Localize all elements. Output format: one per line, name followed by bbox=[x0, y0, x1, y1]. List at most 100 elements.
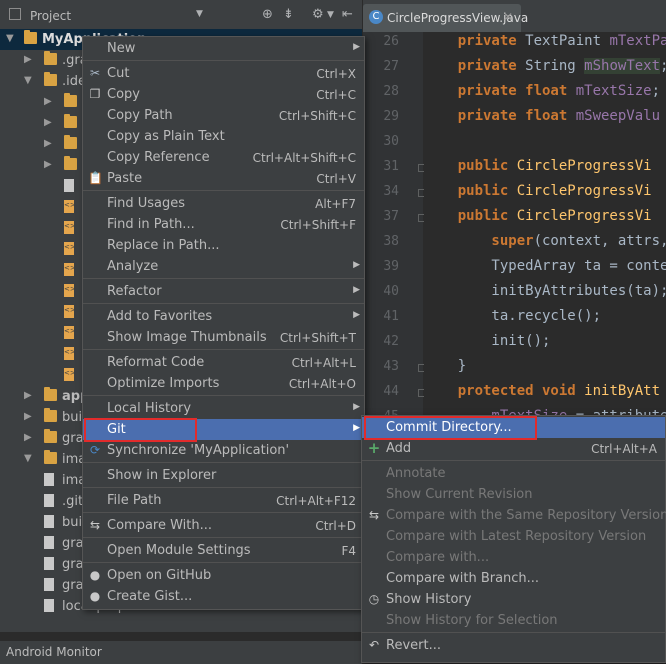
menu-item-label: Compare With... bbox=[107, 518, 213, 533]
expand-arrow-icon[interactable]: ▼ bbox=[24, 75, 32, 86]
chevron-down-icon[interactable]: ▼ bbox=[196, 9, 203, 19]
menu-item-find-usages[interactable]: Find Usages Alt+F7 bbox=[83, 193, 364, 214]
menu-item-show-history-for-selection[interactable]: Show History for Selection bbox=[362, 610, 665, 631]
menu-item-compare-with-latest-repository-version[interactable]: Compare with Latest Repository Version bbox=[362, 526, 665, 547]
hide-panel-icon[interactable]: ⇤ bbox=[342, 7, 353, 22]
menu-item-label: Copy Path bbox=[107, 108, 173, 123]
menu-item-find-in-path[interactable]: Find in Path... Ctrl+Shift+F bbox=[83, 214, 364, 235]
file-icon bbox=[44, 494, 54, 507]
folder-icon bbox=[44, 387, 57, 401]
menu-item-revert[interactable]: ↶ Revert... bbox=[362, 635, 665, 656]
code-token: TypedArray ta = contex bbox=[424, 258, 666, 274]
menu-item-shortcut: Ctrl+Alt+F12 bbox=[276, 494, 356, 508]
menu-item-label: Compare with Latest Repository Version bbox=[386, 529, 647, 544]
menu-item-open-on-github[interactable]: ● Open on GitHub bbox=[83, 565, 364, 586]
menu-item-replace-in-path[interactable]: Replace in Path... bbox=[83, 235, 364, 256]
menu-item-annotate[interactable]: Annotate bbox=[362, 463, 665, 484]
menu-item-add-to-favorites[interactable]: Add to Favorites ▶ bbox=[83, 306, 364, 327]
code-line: private TextPaint mTextPa bbox=[424, 33, 666, 49]
expand-arrow-icon[interactable]: ▶ bbox=[24, 390, 32, 401]
menu-item-compare-with[interactable]: ⇆ Compare With... Ctrl+D bbox=[83, 515, 364, 536]
git-submenu: Commit Directory... + Add Ctrl+Alt+A Annotat… bbox=[361, 415, 666, 663]
menu-item-create-gist[interactable]: ● Create Gist... bbox=[83, 586, 364, 607]
menu-item-shortcut: Ctrl+Shift+F bbox=[280, 218, 356, 232]
menu-item-open-module-settings[interactable]: Open Module Settings F4 bbox=[83, 540, 364, 561]
menu-item-shortcut: Ctrl+Shift+C bbox=[278, 109, 356, 123]
expand-arrow-icon[interactable]: ▶ bbox=[24, 411, 32, 422]
menu-item-refactor[interactable]: Refactor ▶ bbox=[83, 281, 364, 302]
menu-item-label: Open on GitHub bbox=[107, 568, 212, 583]
menu-item-label: Annotate bbox=[386, 466, 446, 481]
editor-tab[interactable]: C CircleProgressView.java ✕ bbox=[363, 4, 528, 32]
menu-item-file-path[interactable]: File Path Ctrl+Alt+F12 bbox=[83, 490, 364, 511]
submenu-arrow-icon: ▶ bbox=[353, 402, 360, 412]
expand-arrow-icon[interactable]: ▶ bbox=[44, 96, 52, 107]
menu-separator bbox=[362, 460, 665, 461]
xml-file-icon bbox=[64, 200, 76, 213]
menu-item-add[interactable]: + Add Ctrl+Alt+A bbox=[362, 438, 665, 459]
folder-icon bbox=[24, 30, 37, 44]
expand-arrow-icon[interactable]: ▶ bbox=[44, 159, 52, 170]
menu-item-label: Cut bbox=[107, 66, 130, 81]
close-icon[interactable]: ✕ bbox=[503, 10, 513, 24]
line-number: 31 bbox=[383, 159, 399, 174]
android-monitor-tab[interactable]: Android Monitor bbox=[6, 645, 102, 659]
expand-arrow-icon[interactable]: ▼ bbox=[6, 33, 14, 44]
menu-item-analyze[interactable]: Analyze ▶ bbox=[83, 256, 364, 277]
menu-item-compare-with-the-same-repository-version[interactable]: ⇆ Compare with the Same Repository Versio… bbox=[362, 505, 666, 526]
target-icon[interactable]: ⊕ bbox=[262, 7, 273, 22]
menu-item-copy-path[interactable]: Copy Path Ctrl+Shift+C bbox=[83, 105, 364, 126]
code-token: public bbox=[424, 208, 517, 224]
menu-item-cut[interactable]: ✂ Cut Ctrl+X bbox=[83, 63, 364, 84]
menu-item-local-history[interactable]: Local History ▶ bbox=[83, 398, 364, 419]
menu-item-paste[interactable]: 📋 Paste Ctrl+V bbox=[83, 168, 364, 189]
line-number: 26 bbox=[383, 34, 399, 49]
code-token: initByAtt bbox=[584, 383, 661, 399]
chevron-down-icon[interactable]: ▼ bbox=[327, 10, 334, 20]
menu-item-new[interactable]: New ▶ bbox=[83, 38, 364, 59]
line-number: 41 bbox=[383, 309, 399, 324]
menu-item-show-history[interactable]: ◷ Show History bbox=[362, 589, 665, 610]
menu-item-copy-as-plain-text[interactable]: Copy as Plain Text bbox=[83, 126, 364, 147]
folder-icon bbox=[44, 51, 57, 65]
line-number: 37 bbox=[383, 209, 399, 224]
context-menu: New ▶ ✂ Cut Ctrl+X ❐ Copy Ctrl+C Copy Path Ctrl+S… bbox=[82, 36, 365, 610]
menu-item-copy[interactable]: ❐ Copy Ctrl+C bbox=[83, 84, 364, 105]
menu-item-show-current-revision[interactable]: Show Current Revision bbox=[362, 484, 665, 505]
menu-item-label: Copy bbox=[107, 87, 140, 102]
file-icon bbox=[44, 473, 54, 486]
code-token: initByAttributes(ta); bbox=[424, 283, 666, 299]
menu-separator bbox=[83, 303, 364, 304]
line-number: 29 bbox=[383, 109, 399, 124]
expand-arrow-icon[interactable]: ▶ bbox=[44, 138, 52, 149]
menu-item-optimize-imports[interactable]: Optimize Imports Ctrl+Alt+O bbox=[83, 373, 364, 394]
code-line: public CircleProgressVi bbox=[424, 183, 652, 199]
menu-item-synchronize-myapplication[interactable]: ⟳ Synchronize 'MyApplication' bbox=[83, 440, 364, 461]
line-number: 43 bbox=[383, 359, 399, 374]
collapse-icon[interactable]: ⇟ bbox=[283, 7, 294, 22]
project-view-icon bbox=[9, 8, 21, 20]
xml-file-icon bbox=[64, 284, 76, 297]
expand-arrow-icon[interactable]: ▶ bbox=[24, 432, 32, 443]
menu-item-compare-with[interactable]: Compare with... bbox=[362, 547, 665, 568]
menu-item-reformat-code[interactable]: Reformat Code Ctrl+Alt+L bbox=[83, 352, 364, 373]
submenu-arrow-icon: ▶ bbox=[353, 42, 360, 52]
expand-arrow-icon[interactable]: ▶ bbox=[24, 54, 32, 65]
menu-item-label: Copy Reference bbox=[107, 150, 210, 165]
menu-item-show-in-explorer[interactable]: Show in Explorer bbox=[83, 465, 364, 486]
editor-tab-bar: C CircleProgressView.java ✕ bbox=[363, 0, 666, 32]
menu-item-copy-reference[interactable]: Copy Reference Ctrl+Alt+Shift+C bbox=[83, 147, 364, 168]
menu-item-compare-with-branch[interactable]: Compare with Branch... bbox=[362, 568, 665, 589]
code-token: private float bbox=[424, 108, 576, 124]
gear-icon[interactable]: ⚙ bbox=[312, 7, 324, 22]
menu-separator bbox=[83, 60, 364, 61]
menu-separator bbox=[83, 278, 364, 279]
menu-item-show-image-thumbnails[interactable]: Show Image Thumbnails Ctrl+Shift+T bbox=[83, 327, 364, 348]
project-panel-title[interactable]: Project bbox=[30, 9, 71, 23]
code-line: } bbox=[424, 358, 466, 374]
file-icon bbox=[44, 515, 54, 528]
expand-arrow-icon[interactable]: ▼ bbox=[24, 453, 32, 464]
menu-item-label: Reformat Code bbox=[107, 355, 205, 370]
expand-arrow-icon[interactable]: ▶ bbox=[44, 117, 52, 128]
menu-item-label: Show Image Thumbnails bbox=[107, 330, 267, 345]
